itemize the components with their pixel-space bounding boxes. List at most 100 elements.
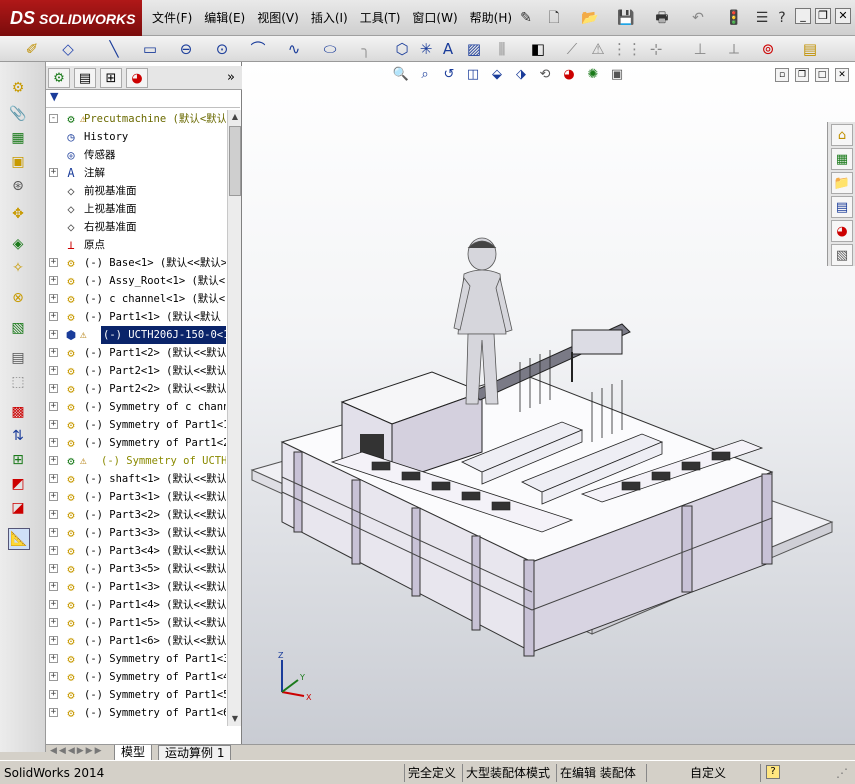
solidworks-logo[interactable]: DS SOLIDWORKS (0, 0, 142, 36)
menu-help[interactable]: 帮助(H) (464, 0, 518, 36)
tree-item[interactable]: +⚙ (46, 722, 226, 726)
undo-icon[interactable]: ↶ (688, 8, 708, 28)
tree-item[interactable]: + ⚙ (-) Part3<2> (默认<<默认 (46, 506, 226, 524)
expand-toggle-icon[interactable]: - (49, 114, 58, 123)
menu-insert[interactable]: 插入(I) (305, 0, 354, 36)
clearance-verification-icon[interactable]: ⇅ (8, 426, 28, 446)
tree-item[interactable]: + ⚙ (-) Part1<3> (默认<<默认 (46, 578, 226, 596)
slot-icon[interactable]: ⊖ (176, 39, 196, 59)
tree-item[interactable]: + ⚙ (-) Symmetry of Part1<6 (46, 704, 226, 722)
line-icon[interactable]: ╲ (104, 39, 124, 59)
tree-item[interactable]: + ⚙ (-) Base<1> (默认<<默认> (46, 254, 226, 272)
measure-icon[interactable]: 📐 (8, 528, 30, 550)
mirror-icon[interactable]: ⫼ (492, 39, 512, 59)
circle-icon[interactable]: ⊙ (212, 39, 232, 59)
tree-item[interactable]: ◎ 传感器 (46, 146, 226, 164)
tree-item[interactable]: + ⚙ (-) Part1<5> (默认<<默认 (46, 614, 226, 632)
tree-item[interactable]: ⊥ 原点 (46, 236, 226, 254)
offset-icon[interactable]: ◧ (528, 39, 548, 59)
instant2d-icon[interactable]: ▤ (800, 39, 820, 59)
tree-item[interactable]: + ⚙ (-) Symmetry of Part1<1 (46, 416, 226, 434)
expand-toggle-icon[interactable]: + (49, 348, 58, 357)
tab-model[interactable]: 模型 (114, 745, 153, 761)
expand-toggle-icon[interactable]: + (49, 384, 58, 393)
expand-toggle-icon[interactable]: + (49, 708, 58, 717)
component-preview-icon[interactable]: ▦ (8, 128, 28, 148)
menu-edit[interactable]: 编辑(E) (198, 0, 251, 36)
tree-item[interactable]: + ⬢ ⚠ (-) UCTH206J-150-0<1> (46, 326, 226, 344)
assembly-features-icon[interactable]: ✧ (8, 258, 28, 278)
new-motion-study-icon[interactable]: ▧ (8, 318, 28, 338)
mate-icon[interactable]: 📎 (8, 104, 28, 124)
move-component-icon[interactable]: ✥ (8, 204, 28, 224)
menu-file[interactable]: 文件(F) (146, 0, 198, 36)
rectangle-icon[interactable]: ▭ (140, 39, 160, 59)
tree-item[interactable]: + ⚙ (-) Symmetry of c channe (46, 398, 226, 416)
tree-item[interactable]: ◇ 右视基准面 (46, 218, 226, 236)
expand-toggle-icon[interactable]: + (49, 582, 58, 591)
save-icon[interactable]: 💾 (616, 8, 636, 28)
reference-geometry-icon[interactable]: ⊗ (8, 288, 28, 308)
ellipse-icon[interactable]: ⬭ (320, 39, 340, 59)
exploded-view-icon[interactable]: ⬚ (8, 372, 28, 392)
tree-item[interactable]: + ⚙ (-) Part3<5> (默认<<默认 (46, 560, 226, 578)
minimize-icon[interactable]: _ (795, 8, 811, 24)
tree-item[interactable]: + ⚙ (-) Part1<2> (默认<<默认 (46, 344, 226, 362)
expand-toggle-icon[interactable]: + (49, 366, 58, 375)
point-icon[interactable]: ✳ (416, 39, 436, 59)
expand-toggle-icon[interactable]: + (49, 564, 58, 573)
tree-filter[interactable]: ▼ (46, 90, 240, 108)
tree-item[interactable]: + ⚙ (-) Part1<6> (默认<<默认 (46, 632, 226, 650)
expand-toggle-icon[interactable]: + (49, 618, 58, 627)
print-icon[interactable]: 🖶 (652, 8, 672, 28)
appearances-icon[interactable]: ◕ (831, 220, 853, 242)
view-palette-icon[interactable]: ▤ (831, 196, 853, 218)
expand-toggle-icon[interactable]: + (49, 474, 58, 483)
status-units-custom[interactable]: 自定义 (690, 765, 726, 781)
expand-toggle-icon[interactable]: + (49, 492, 58, 501)
bill-of-materials-icon[interactable]: ▤ (8, 348, 28, 368)
trim-icon[interactable]: ⟋ (562, 39, 582, 59)
rebuild-icon[interactable]: 🚦 (724, 8, 744, 28)
warning-relations-icon[interactable]: ⚠ (588, 39, 608, 59)
displaymanager-tab-icon[interactable]: ◕ (126, 68, 148, 88)
fillet-icon[interactable]: ╮ (356, 39, 376, 59)
tree-item[interactable]: + ⚙ (-) Symmetry of Part1<5 (46, 686, 226, 704)
tree-item[interactable]: + ⚙ (-) Part3<1> (默认<<默认 (46, 488, 226, 506)
expand-toggle-icon[interactable]: + (49, 636, 58, 645)
speedpak-icon[interactable]: ◪ (8, 498, 28, 518)
tree-item[interactable]: + ⚙ (-) Part2<1> (默认<<默认 (46, 362, 226, 380)
quick-snaps-icon[interactable]: ⊚ (758, 39, 778, 59)
tree-item[interactable]: + ⚙ (-) Symmetry of Part1<4 (46, 668, 226, 686)
expand-toggle-icon[interactable]: + (49, 312, 58, 321)
tree-item[interactable]: + ⚙ (-) shaft<1> (默认<<默认 (46, 470, 226, 488)
tree-item[interactable]: + ⚙ (-) Symmetry of Part1<3 (46, 650, 226, 668)
expand-toggle-icon[interactable]: + (49, 528, 58, 537)
text-icon[interactable]: A (438, 39, 458, 59)
menu-view[interactable]: 视图(V) (251, 0, 305, 36)
move-entities-icon[interactable]: ⊹ (646, 39, 666, 59)
tree-item[interactable]: + ⚙ (-) Part3<3> (默认<<默认 (46, 524, 226, 542)
hole-alignment-icon[interactable]: ⊞ (8, 450, 28, 470)
arc-icon[interactable]: ⌒ (248, 39, 268, 59)
tree-item[interactable]: + ⚙ (-) c channel<1> (默认< (46, 290, 226, 308)
tree-item[interactable]: ◇ 前视基准面 (46, 182, 226, 200)
display-relations-icon[interactable]: ⊥ (690, 39, 710, 59)
filter-icon[interactable]: ▼ (50, 90, 58, 103)
restore-icon[interactable]: ❐ (815, 8, 831, 24)
repair-sketch-icon[interactable]: ⟂ (724, 39, 744, 59)
tree-item[interactable]: + ⚙ (-) Assy_Root<1> (默认< (46, 272, 226, 290)
expand-toggle-icon[interactable]: + (49, 330, 58, 339)
tree-item[interactable]: + ⚙ ⚠ (-) Symmetry of UCTH2 (46, 452, 226, 470)
expand-toggle-icon[interactable]: + (49, 654, 58, 663)
scroll-up-icon[interactable]: ▲ (229, 110, 241, 124)
status-help-icon[interactable]: ? (766, 765, 780, 779)
expand-toggle-icon[interactable]: + (49, 294, 58, 303)
expand-toggle-icon[interactable]: + (49, 276, 58, 285)
tree-item[interactable]: + A 注解 (46, 164, 226, 182)
expand-toggle-icon[interactable]: + (49, 402, 58, 411)
smart-fasteners-icon[interactable]: ⊛ (8, 176, 28, 196)
instant3d-icon[interactable]: ◩ (8, 474, 28, 494)
tree-item[interactable]: ◷ History (46, 128, 226, 146)
expand-toggle-icon[interactable]: + (49, 420, 58, 429)
